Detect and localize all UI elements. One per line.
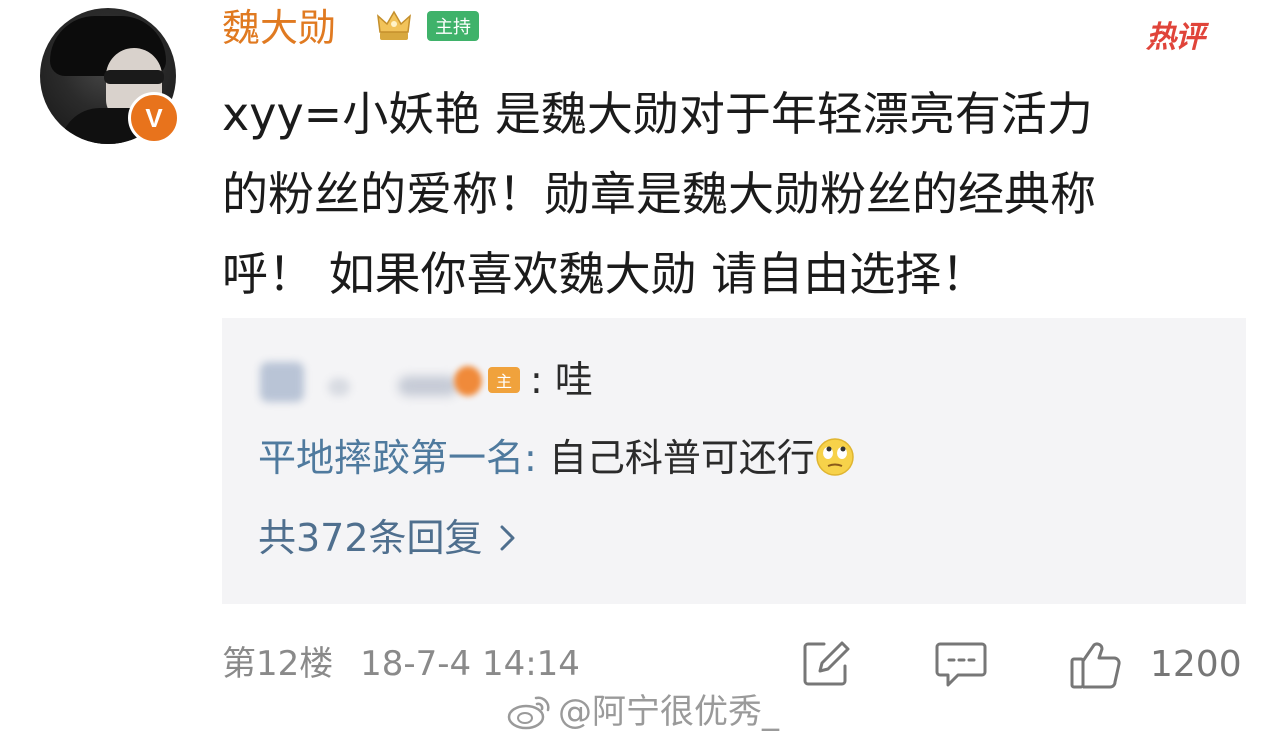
comment-icon [935,642,987,687]
thumbs-up-icon [1070,642,1121,689]
verified-badge-icon: V [128,92,180,144]
like-count: 1200 [1150,643,1242,685]
more-replies-label: 共372条回复 [258,516,483,560]
avatar-glasses [104,70,164,84]
comment-text-line: xyy=小妖艳 是魏大勋对于年轻漂亮有活力 [222,87,1093,141]
reply-item[interactable]: 平地摔跤第一名: 自己科普可还行 [258,434,855,482]
crown-icon [377,10,411,40]
comment-meta: 第12楼 18-7-4 14:14 [222,640,580,688]
chevron-right-icon [500,525,515,551]
blurred-reply-username [258,356,518,406]
comment-text-line: 的粉丝的爱称！勋章是魏大勋粉丝的经典称 [222,167,1096,221]
view-more-replies-link[interactable]: 共372条回复 [258,514,519,562]
weibo-logo-icon [507,696,550,730]
reply-username[interactable]: 平地摔跤第一名 [258,436,524,480]
floor-number: 第12楼 [222,644,334,684]
username[interactable]: 魏大勋 [222,4,336,52]
hot-comment-badge: 热评 [1146,20,1205,55]
reply-separator: : [524,436,549,480]
reply-separator: : [530,358,555,402]
share-button[interactable] [800,638,852,690]
host-tag: 主持 [427,11,479,41]
comment-text-line: 呼！ 如果你喜欢魏大勋 请自由选择！ [222,247,988,301]
edit-share-icon [803,641,850,686]
comment-text: xyy=小妖艳 是魏大勋对于年轻漂亮有活力 的粉丝的爱称！勋章是魏大勋粉丝的经典… [222,74,1262,314]
eye-roll-emoji-icon [816,438,854,476]
reply-text: 哇 [554,358,593,402]
like-button[interactable]: 1200 [1068,638,1242,690]
reply-text: 自己科普可还行 [548,436,815,480]
timestamp: 18-7-4 14:14 [360,644,580,684]
reply-item[interactable]: : 哇 [530,356,593,404]
watermark: @阿宁很优秀_ [506,688,779,736]
watermark-text: @阿宁很优秀_ [558,692,779,732]
reply-host-tag: 主 [488,367,520,393]
comment-button[interactable] [934,638,988,690]
